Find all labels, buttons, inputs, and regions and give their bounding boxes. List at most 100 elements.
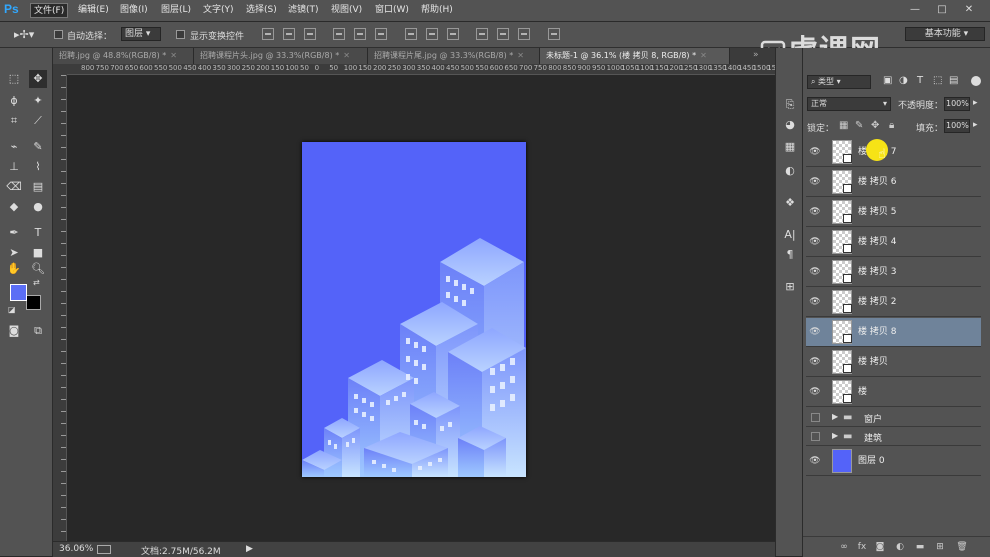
auto-align-icon[interactable]: [548, 28, 560, 40]
layer-filter-dropdown[interactable]: ⌕ 类型 ▾: [807, 75, 871, 89]
pen-tool-icon[interactable]: ✒: [5, 224, 23, 242]
swap-colors-icon[interactable]: ⇄: [33, 278, 40, 287]
minimize-icon[interactable]: —: [908, 4, 922, 16]
properties-panel-icon[interactable]: ⊞: [781, 278, 799, 296]
visibility-eye-icon[interactable]: 👁︎: [809, 206, 821, 218]
menu-window[interactable]: 窗口(W): [372, 3, 412, 18]
filter-toggle-icon[interactable]: [971, 76, 981, 86]
fill-arrow-icon[interactable]: ▸: [973, 120, 978, 130]
status-menu-arrow-icon[interactable]: ▶: [246, 544, 253, 554]
swatches-panel-icon[interactable]: ▦: [781, 138, 799, 156]
layer-row[interactable]: 👁︎ 图层 0: [806, 447, 981, 476]
layer-name[interactable]: 楼 拷贝 2: [858, 288, 896, 317]
menu-view[interactable]: 视图(V): [328, 3, 365, 18]
screen-mode-icon[interactable]: ⧉: [29, 322, 47, 340]
layer-row[interactable]: 👁︎ 楼 拷贝 6: [806, 168, 981, 197]
magic-wand-icon[interactable]: ✦: [29, 92, 47, 110]
status-preview-icon[interactable]: [97, 545, 111, 554]
brush-tool-icon[interactable]: ✎: [29, 138, 47, 156]
group-name[interactable]: 建筑: [864, 431, 882, 444]
quick-mask-icon[interactable]: ◙: [5, 322, 23, 340]
group-name[interactable]: 窗户: [864, 412, 882, 425]
filter-type-icon[interactable]: T: [917, 75, 923, 86]
blend-mode-dropdown[interactable]: 正常 ▾: [807, 97, 891, 111]
opacity-input[interactable]: 100%: [944, 97, 970, 111]
delete-layer-icon[interactable]: 🗑︎: [956, 541, 968, 553]
visibility-toggle-empty[interactable]: [811, 432, 820, 441]
align-right-icon[interactable]: [375, 28, 387, 40]
align-bottom-icon[interactable]: [304, 28, 316, 40]
menu-edit[interactable]: 编辑(E): [75, 3, 112, 18]
layer-row[interactable]: 👁︎ 楼 拷贝: [806, 348, 981, 377]
layer-style-icon[interactable]: fx: [856, 541, 868, 553]
layer-name[interactable]: 楼 拷贝 8: [858, 318, 896, 347]
marquee-tool-icon[interactable]: ⬚: [5, 70, 23, 88]
menu-type[interactable]: 文字(Y): [200, 3, 237, 18]
lasso-tool-icon[interactable]: ϕ: [5, 92, 23, 110]
background-color-swatch[interactable]: [26, 295, 41, 310]
crop-tool-icon[interactable]: ⌗: [5, 112, 23, 130]
fill-input[interactable]: 100%: [944, 119, 970, 133]
layer-name[interactable]: 楼 拷贝: [858, 348, 888, 377]
auto-select-dropdown[interactable]: 图层 ▾: [121, 27, 161, 41]
lock-all-icon[interactable]: 🔒︎: [889, 120, 894, 131]
zoom-tool-icon[interactable]: 🔍︎: [29, 260, 47, 278]
layer-name[interactable]: 楼: [858, 378, 867, 407]
distribute-hcenter-icon[interactable]: [497, 28, 509, 40]
visibility-eye-icon[interactable]: 👁︎: [809, 326, 821, 338]
gradient-tool-icon[interactable]: ▤: [29, 178, 47, 196]
expand-arrow-icon[interactable]: ▶: [832, 412, 838, 421]
tab-close-icon[interactable]: ✕: [700, 51, 707, 60]
adjustments-panel-icon[interactable]: ◐: [781, 162, 799, 180]
maximize-icon[interactable]: □: [935, 4, 949, 16]
lock-position-icon[interactable]: ✥: [871, 120, 879, 131]
layer-row[interactable]: 👁︎ 楼: [806, 378, 981, 407]
filter-shape-icon[interactable]: ⬚: [933, 75, 942, 86]
blur-tool-icon[interactable]: ◆: [5, 198, 23, 216]
clone-stamp-icon[interactable]: ⊥: [5, 158, 23, 176]
menu-filter[interactable]: 滤镜(T): [285, 3, 322, 18]
show-transform-checkbox[interactable]: [176, 30, 185, 39]
visibility-eye-icon[interactable]: 👁︎: [809, 455, 821, 467]
new-adjustment-icon[interactable]: ◐: [894, 541, 906, 553]
filter-smart-icon[interactable]: ▤: [949, 75, 958, 86]
visibility-eye-icon[interactable]: 👁︎: [809, 266, 821, 278]
layer-row-selected[interactable]: 👁︎ 楼 拷贝 8: [806, 318, 981, 347]
align-vcenter-icon[interactable]: [283, 28, 295, 40]
menu-help[interactable]: 帮助(H): [418, 3, 456, 18]
close-icon[interactable]: ✕: [962, 4, 976, 16]
expand-arrow-icon[interactable]: ▶: [832, 431, 838, 440]
move-tool-icon[interactable]: ✥: [29, 70, 47, 88]
distribute-left-icon[interactable]: [476, 28, 488, 40]
canvas-area[interactable]: [67, 75, 775, 541]
tab-zhaopin[interactable]: 招聘.jpg @ 48.8%(RGB/8) * ✕: [53, 48, 194, 64]
zoom-level[interactable]: 36.06%: [59, 544, 93, 554]
tab-untitled-1[interactable]: 未标题-1 @ 36.1% (楼 拷贝 8, RGB/8) * ✕: [540, 48, 730, 64]
auto-select-checkbox[interactable]: [54, 30, 63, 39]
color-panel-icon[interactable]: ◕: [781, 116, 799, 134]
character-panel-icon[interactable]: A|: [781, 226, 799, 244]
document-canvas[interactable]: [302, 142, 526, 477]
layer-name[interactable]: 楼 拷贝 3: [858, 258, 896, 287]
brush-panel-icon[interactable]: ❖: [781, 194, 799, 212]
layer-row[interactable]: 👁︎ 楼 拷贝 4: [806, 228, 981, 257]
tab-close-icon[interactable]: ✕: [343, 51, 350, 60]
align-left-icon[interactable]: [333, 28, 345, 40]
group-row[interactable]: ▶ ▬ 建筑: [806, 428, 981, 446]
distribute-top-icon[interactable]: [405, 28, 417, 40]
visibility-eye-icon[interactable]: 👁︎: [809, 296, 821, 308]
link-layers-icon[interactable]: ∞: [838, 541, 850, 553]
align-hcenter-icon[interactable]: [354, 28, 366, 40]
hand-tool-icon[interactable]: ✋: [5, 260, 23, 278]
layer-name[interactable]: 图层 0: [858, 447, 885, 476]
layer-name[interactable]: 楼 拷贝 5: [858, 198, 896, 227]
menu-image[interactable]: 图像(I): [117, 3, 151, 18]
filter-pixel-icon[interactable]: ▣: [883, 75, 892, 86]
layer-row[interactable]: 👁︎ 楼 拷贝 2: [806, 288, 981, 317]
visibility-eye-icon[interactable]: 👁︎: [809, 356, 821, 368]
opacity-arrow-icon[interactable]: ▸: [973, 98, 978, 108]
move-tool-preset-icon[interactable]: ▸✢▾: [14, 28, 34, 41]
tab-zhaopin-opening[interactable]: 招聘课程片头.jpg @ 33.3%(RGB/8) * ✕: [194, 48, 368, 64]
visibility-toggle-empty[interactable]: [811, 413, 820, 422]
visibility-eye-icon[interactable]: 👁︎: [809, 146, 821, 158]
